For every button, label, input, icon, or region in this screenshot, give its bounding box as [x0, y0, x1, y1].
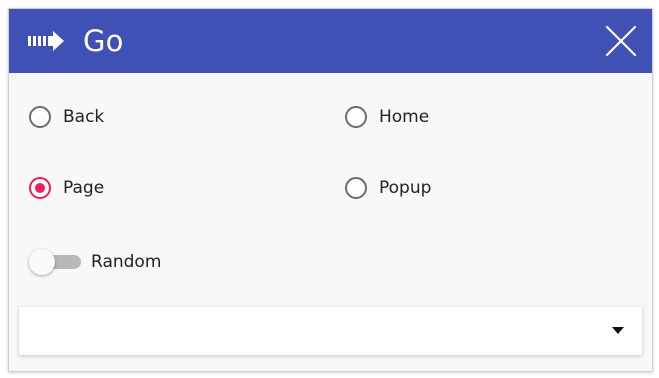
chevron-down-icon[interactable] [612, 327, 624, 335]
radio-label: Home [379, 107, 430, 127]
go-arrow-icon [28, 31, 64, 51]
random-toggle[interactable] [29, 249, 81, 275]
go-dialog: Go Back Home Page Popup Random [8, 8, 653, 372]
radio-button[interactable] [345, 106, 367, 128]
radio-label: Page [63, 178, 105, 198]
destination-select[interactable] [19, 307, 642, 355]
dialog-title: Go [83, 24, 124, 58]
radio-option-page[interactable]: Page [29, 177, 104, 199]
radio-button[interactable] [29, 177, 51, 199]
random-toggle-row[interactable]: Random [29, 249, 161, 275]
close-icon[interactable] [604, 24, 638, 58]
random-toggle-label: Random [91, 252, 162, 272]
radio-option-popup[interactable]: Popup [345, 177, 431, 199]
radio-button[interactable] [29, 106, 51, 128]
radio-button[interactable] [345, 177, 367, 199]
radio-option-back[interactable]: Back [29, 106, 104, 128]
radio-label: Popup [379, 178, 432, 198]
radio-option-home[interactable]: Home [345, 106, 429, 128]
dialog-header: Go [9, 9, 652, 73]
toggle-thumb[interactable] [29, 249, 55, 275]
radio-label: Back [63, 107, 105, 127]
